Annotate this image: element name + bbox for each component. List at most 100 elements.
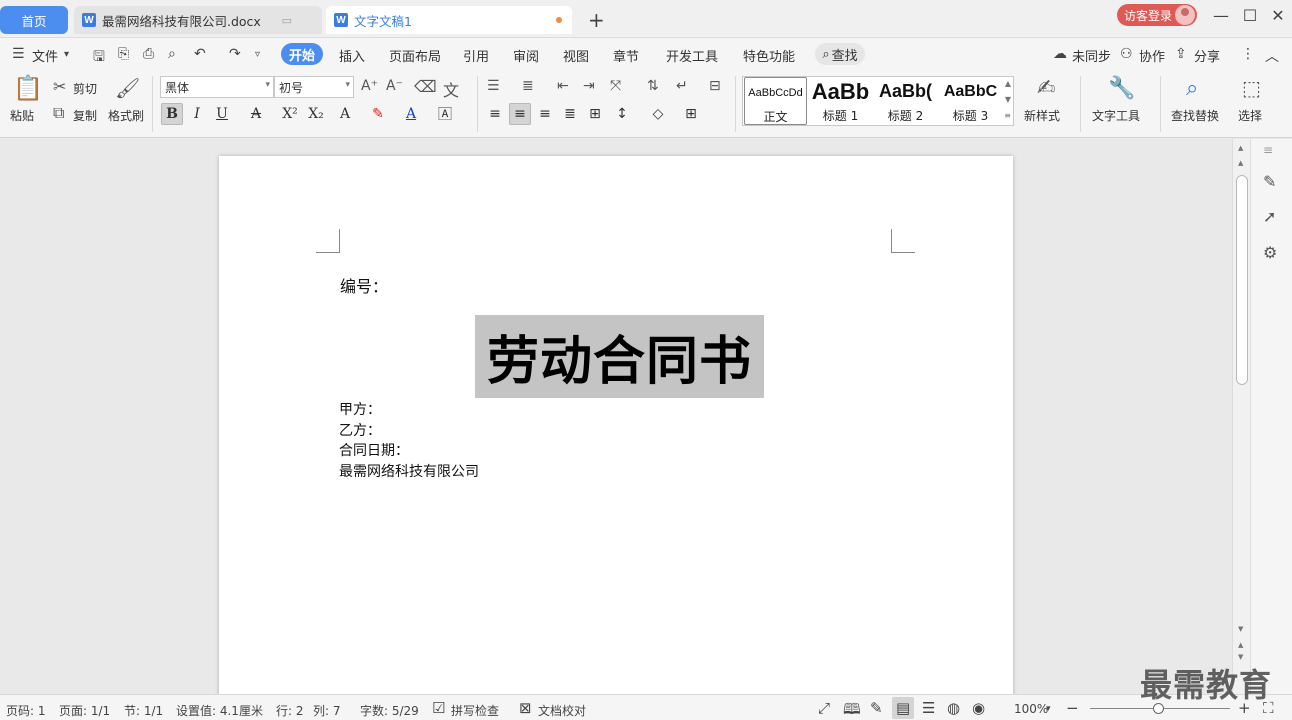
tab-review[interactable]: 审阅 [513, 46, 539, 65]
superscript-button[interactable]: X² [279, 103, 301, 125]
decrease-indent-icon[interactable]: ⇤ [557, 78, 569, 94]
doc-line-party-b[interactable]: 乙方： [339, 420, 381, 440]
sort-icon[interactable]: ⇅ [647, 78, 659, 94]
clear-format-icon[interactable]: ⌫ [414, 77, 437, 96]
tab-document-new[interactable]: W 文字文稿1 [326, 6, 572, 34]
sync-status[interactable]: 未同步 [1072, 46, 1111, 65]
close-button[interactable]: ✕ [1266, 6, 1290, 25]
vertical-scrollbar[interactable]: ▲ ▲ ▼ ▲ ▼ [1232, 139, 1250, 694]
tab-stops-icon[interactable]: ⊟ [709, 78, 721, 94]
export-icon[interactable]: ⎘ [118, 46, 129, 62]
numbering-icon[interactable]: ≣ [522, 78, 534, 94]
outline-view-icon[interactable]: ☰ [922, 699, 935, 717]
sliders-icon[interactable]: ⚙ [1263, 243, 1277, 262]
font-color-button[interactable]: A [400, 103, 422, 125]
scrollbar-thumb[interactable] [1236, 175, 1248, 385]
italic-button[interactable]: I [186, 103, 208, 125]
zoom-level[interactable]: 100% [1014, 702, 1048, 716]
paste-button[interactable]: 粘贴 [10, 107, 34, 124]
char-border-button[interactable]: 🄰 [434, 103, 456, 125]
collapse-ribbon-icon[interactable]: ︿ [1265, 46, 1279, 66]
doc-line-party-a[interactable]: 甲方： [339, 399, 381, 419]
grow-font-icon[interactable]: A⁺ [361, 78, 378, 94]
subscript-button[interactable]: X₂ [305, 103, 327, 125]
format-painter-icon[interactable]: 🖌 [115, 76, 140, 100]
guest-login-button[interactable]: 访客登录 [1117, 4, 1197, 26]
fullscreen-icon[interactable]: ⤢ [818, 699, 830, 717]
page-view-icon[interactable]: ▤ [896, 699, 910, 717]
show-marks-icon[interactable]: ↵ [676, 78, 688, 94]
bullets-icon[interactable]: ☰ [487, 78, 500, 94]
style-heading-1[interactable]: AaBb 标题 1 [809, 77, 872, 125]
cursor-icon[interactable]: ➚ [1263, 207, 1276, 226]
doc-line-date[interactable]: 合同日期： [339, 440, 409, 460]
align-center-button[interactable]: ≡ [509, 103, 531, 125]
tab-page-layout[interactable]: 页面布局 [389, 46, 441, 65]
collab-button[interactable]: 协作 [1139, 46, 1165, 65]
copy-button[interactable]: 复制 [73, 107, 97, 124]
new-tab-button[interactable]: + [588, 8, 605, 32]
align-right-button[interactable]: ≡ [534, 103, 556, 125]
print-preview-icon[interactable]: ⌕ [168, 46, 176, 62]
tab-insert[interactable]: 插入 [339, 46, 365, 65]
paste-icon[interactable]: 📋 [13, 74, 43, 102]
font-size-select[interactable]: 初号 ▾ [274, 76, 354, 98]
status-page-number[interactable]: 页码: 1 [6, 702, 46, 719]
format-painter-button[interactable]: 格式刷 [108, 107, 144, 124]
tab-special[interactable]: 特色功能 [743, 46, 795, 65]
tab-home[interactable]: 首页 [0, 6, 68, 34]
find-replace-button[interactable]: 查找替换 [1171, 107, 1219, 124]
doc-title[interactable]: 劳动合同书 [475, 315, 764, 398]
tab-view[interactable]: 视图 [563, 46, 589, 65]
text-effect-button[interactable]: A [334, 103, 356, 125]
doc-serial-label[interactable]: 编号： [340, 273, 388, 297]
document-page[interactable]: 编号： 劳动合同书 甲方： 乙方： 合同日期： 最需网络科技有限公司 [219, 156, 1013, 694]
phonetic-guide-icon[interactable]: 文 [443, 77, 459, 101]
distribute-button[interactable]: ⊞ [584, 103, 606, 125]
status-pages[interactable]: 页面: 1/1 [59, 702, 110, 719]
menu-file[interactable]: 文件 [32, 46, 58, 65]
scroll-up-icon[interactable]: ▲ [1238, 144, 1243, 152]
customize-qat-icon[interactable]: ▿ [255, 49, 260, 60]
minimize-button[interactable]: — [1209, 6, 1233, 25]
shading-button[interactable]: ◇ [647, 103, 669, 125]
status-column[interactable]: 列: 7 [313, 702, 341, 719]
tab-developer[interactable]: 开发工具 [666, 46, 718, 65]
status-section[interactable]: 节: 1/1 [124, 702, 163, 719]
find-replace-icon[interactable]: ⌕ [1186, 76, 1198, 101]
new-style-button[interactable]: 新样式 [1024, 107, 1060, 124]
scroll-page-up-icon[interactable]: ▲ [1238, 641, 1243, 649]
style-normal[interactable]: AaBbCcDd 正文 [744, 77, 807, 125]
select-button[interactable]: 选择 [1238, 107, 1262, 124]
gallery-up-icon[interactable]: ▲ [1005, 79, 1011, 88]
borders-button[interactable]: ⊞ [680, 103, 702, 125]
tab-chapter[interactable]: 章节 [613, 46, 639, 65]
eye-protect-icon[interactable]: ◉ [972, 699, 985, 717]
align-left-button[interactable]: ≡ [484, 103, 506, 125]
tab-references[interactable]: 引用 [463, 46, 489, 65]
read-mode-icon[interactable]: 🕮 [843, 699, 861, 720]
line-spacing-button[interactable]: ↕ [611, 103, 633, 125]
cut-button[interactable]: 剪切 [73, 80, 97, 97]
zoom-out-icon[interactable]: − [1066, 699, 1079, 717]
highlight-color-button[interactable]: ✎ [367, 103, 389, 125]
edit-mode-icon[interactable]: ✎ [870, 699, 883, 717]
status-word-count[interactable]: 字数: 5/29 [360, 702, 419, 719]
zoom-dropdown-icon[interactable]: ▾ [1046, 704, 1051, 714]
doc-line-company[interactable]: 最需网络科技有限公司 [339, 461, 479, 481]
doc-proof-button[interactable]: 文档校对 [538, 702, 586, 719]
status-row[interactable]: 行: 2 [276, 702, 304, 719]
panel-menu-icon[interactable]: ≡ [1263, 143, 1273, 157]
underline-button[interactable]: U [211, 103, 233, 125]
shrink-font-icon[interactable]: A⁻ [386, 78, 403, 94]
new-style-icon[interactable]: ✍ [1037, 76, 1055, 101]
justify-button[interactable]: ≣ [559, 103, 581, 125]
scroll-page-up-icon[interactable]: ▲ [1238, 159, 1243, 167]
more-icon[interactable]: ⋮ [1241, 46, 1255, 62]
web-view-icon[interactable]: ◍ [947, 699, 960, 717]
status-setting[interactable]: 设置值: 4.1厘米 [176, 702, 263, 719]
pen-icon[interactable]: ✎ [1263, 172, 1276, 191]
font-name-select[interactable]: 黑体 ▾ [160, 76, 274, 98]
save-icon[interactable]: 🖫 [93, 46, 105, 70]
style-heading-3[interactable]: AaBbC 标题 3 [939, 77, 1002, 125]
